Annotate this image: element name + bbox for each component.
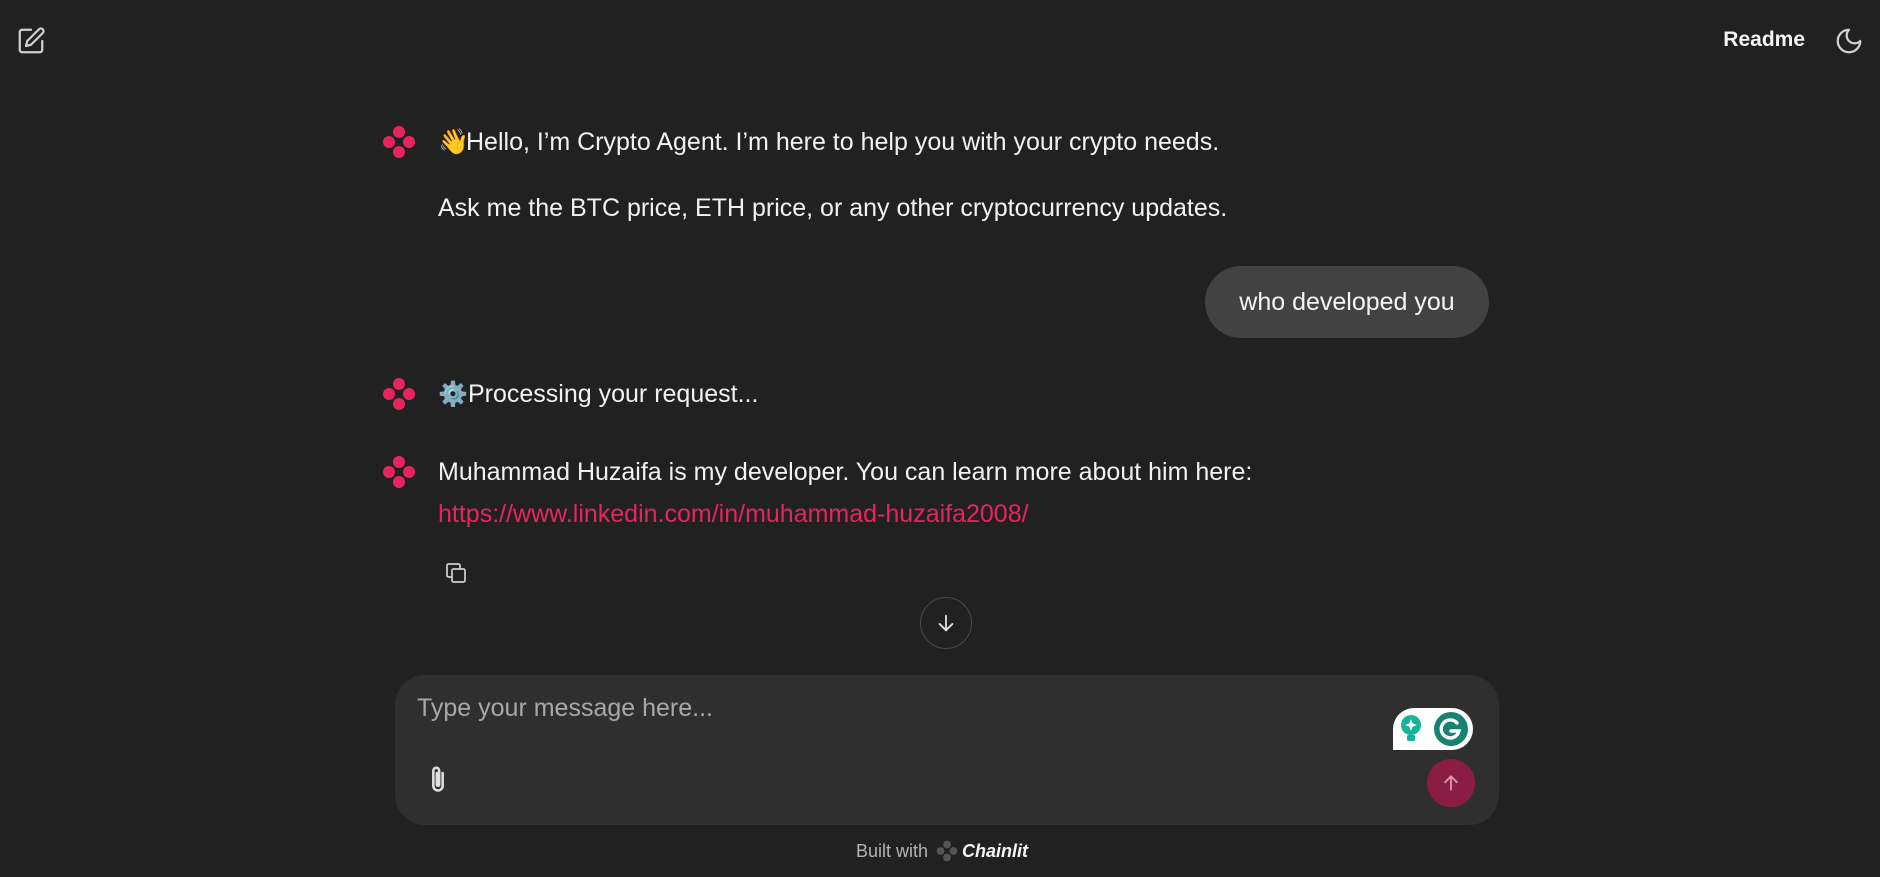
waving-hand-emoji: 👋 <box>438 128 470 156</box>
greeting-line-1: 👋Hello, I’m Crypto Agent. I’m here to he… <box>438 128 1220 156</box>
copy-icon <box>446 563 466 583</box>
user-message-bubble: who developed you <box>1205 266 1489 338</box>
answer-text: Muhammad Huzaifa is my developer. You ca… <box>438 458 1253 486</box>
processing-text: ⚙️Processing your request... <box>438 378 758 411</box>
message-composer <box>395 675 1499 825</box>
user-message-text: who developed you <box>1239 287 1455 316</box>
arrow-up-icon <box>1444 775 1458 791</box>
top-bar: Readme <box>0 0 1880 80</box>
readme-button[interactable]: Readme <box>1723 28 1805 52</box>
assistant-avatar-icon <box>383 456 415 488</box>
copy-button[interactable] <box>441 558 471 588</box>
moon-icon <box>1836 28 1862 54</box>
built-with-text: Built with <box>856 840 929 861</box>
assistant-avatar-icon <box>383 126 415 158</box>
answer-link-line: https://www.linkedin.com/in/muhammad-huz… <box>438 498 1029 530</box>
chainlit-logo-icon <box>936 840 958 862</box>
assistant-avatar-icon <box>383 378 415 410</box>
edit-square-icon <box>18 27 45 54</box>
chainlit-brand[interactable]: Chainlit <box>962 841 1028 862</box>
grammarly-g-icon <box>1434 712 1468 746</box>
new-chat-button[interactable] <box>14 24 48 58</box>
message-input[interactable] <box>415 689 1319 727</box>
scroll-to-bottom-button[interactable] <box>920 597 972 649</box>
lightbulb-icon <box>1401 715 1421 741</box>
linkedin-link[interactable]: https://www.linkedin.com/in/muhammad-huz… <box>438 500 1029 528</box>
arrow-down-icon <box>938 614 954 632</box>
gear-emoji: ⚙️ <box>438 381 468 408</box>
attach-file-button[interactable] <box>421 760 455 800</box>
theme-toggle-button[interactable] <box>1832 24 1866 58</box>
paperclip-icon <box>432 766 444 792</box>
footer: Built with Chainlit <box>856 838 1028 864</box>
greeting-line-2: Ask me the BTC price, ETH price, or any … <box>438 194 1228 222</box>
send-button[interactable] <box>1427 759 1475 807</box>
grammarly-widget[interactable] <box>1393 708 1473 750</box>
